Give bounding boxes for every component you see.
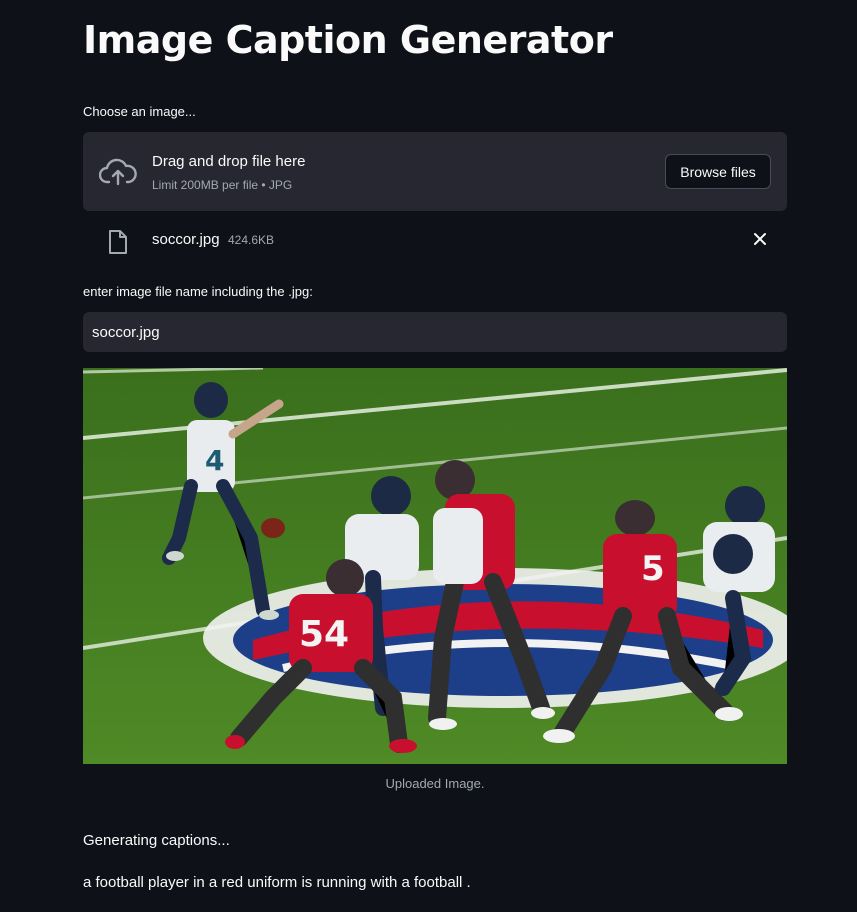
football-photo: 4 54 5 [83, 368, 787, 764]
filename-input-label: enter image file name including the .jpg… [83, 284, 313, 299]
uploaded-image: 4 54 5 [83, 368, 787, 764]
svg-text:5: 5 [641, 549, 665, 589]
dropzone-limit: Limit 200MB per file • JPG [152, 178, 293, 192]
image-caption: Uploaded Image. [385, 776, 485, 791]
generated-caption: a football player in a red uniform is ru… [83, 874, 471, 891]
svg-text:54: 54 [299, 614, 349, 655]
filename-input[interactable] [83, 312, 787, 352]
uploaded-file-name: soccor.jpg [152, 231, 220, 248]
file-dropzone[interactable]: Drag and drop file here Limit 200MB per … [83, 132, 787, 211]
app-main: Image Caption Generator Choose an image.… [0, 0, 857, 912]
cloud-upload-icon [98, 157, 137, 192]
uploaded-file-size: 424.6KB [228, 233, 275, 247]
dropzone-title: Drag and drop file here [152, 153, 306, 170]
status-text: Generating captions... [83, 832, 230, 849]
close-icon[interactable] [751, 230, 769, 248]
page-title: Image Caption Generator [83, 18, 613, 62]
uploader-label: Choose an image... [83, 104, 196, 119]
browse-files-button[interactable]: Browse files [665, 154, 771, 189]
file-icon [107, 229, 129, 260]
svg-text:4: 4 [205, 444, 224, 477]
uploaded-file-item: soccor.jpg 424.6KB [83, 222, 787, 258]
